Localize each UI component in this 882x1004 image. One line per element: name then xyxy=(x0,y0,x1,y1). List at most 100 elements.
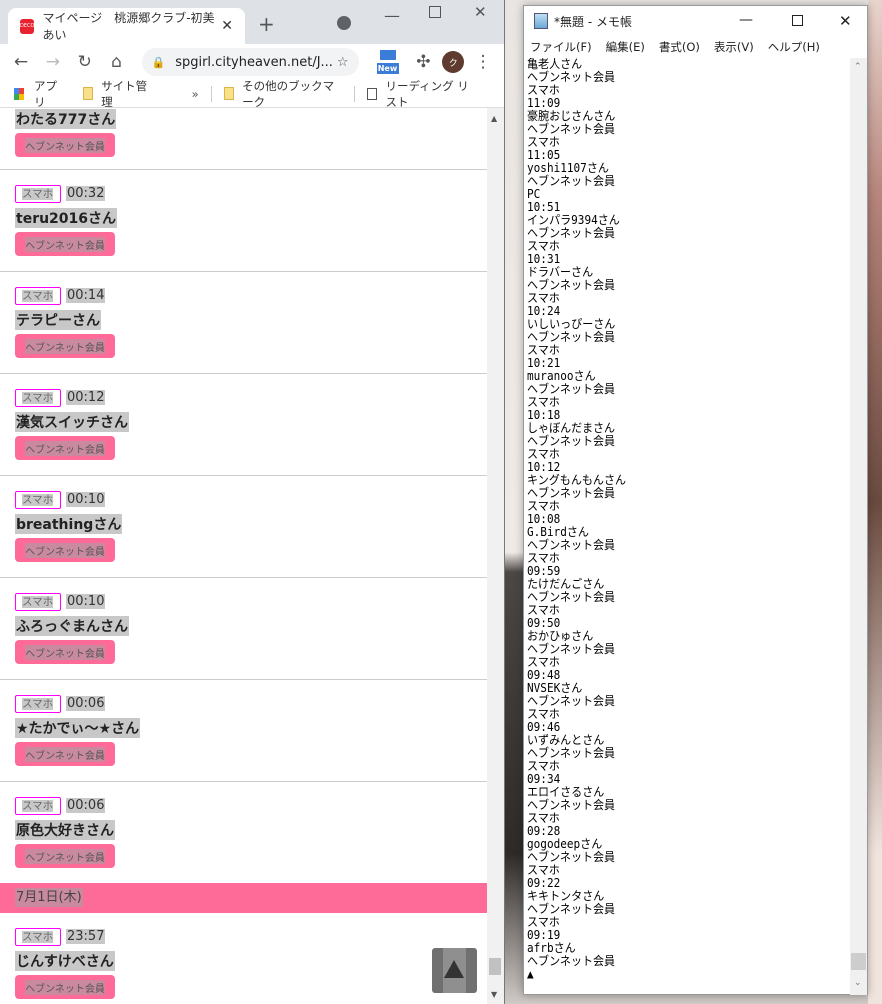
text-line: ヘブンネット会員 xyxy=(527,122,616,136)
text-line: スマホ xyxy=(527,395,560,409)
access-time: 00:14 xyxy=(66,288,106,303)
new-tab-icon[interactable]: + xyxy=(258,12,275,36)
text-line: スマホ xyxy=(527,239,560,253)
menu-item[interactable]: ヘルプ(H) xyxy=(768,39,820,55)
list-item: スマホ 00:14 テラピーさん ヘブンネット会員 xyxy=(0,271,487,373)
extensions-puzzle-icon[interactable]: ✣ xyxy=(410,52,436,72)
date-header: 7月1日(木) xyxy=(0,883,487,913)
member-name[interactable]: ふろっぐまんさん xyxy=(15,616,129,636)
back-icon[interactable]: ← xyxy=(8,52,34,72)
chrome-window: DECO マイページ 桃源郷クラブ-初美 あい ✕ + — ✕ ← → ↻ ⌂ … xyxy=(0,0,505,1004)
device-tag: スマホ xyxy=(15,797,61,815)
maximize-icon[interactable] xyxy=(429,6,441,18)
notepad-title: *無題 - メモ帳 xyxy=(554,14,632,29)
access-time: 23:57 xyxy=(66,929,106,944)
maximize-icon[interactable] xyxy=(792,15,803,26)
list-item: スマホ 00:10 breathingさん ヘブンネット会員 xyxy=(0,475,487,577)
divider xyxy=(210,85,212,102)
close-tab-icon[interactable]: ✕ xyxy=(221,18,233,34)
text-line: ヘブンネット会員 xyxy=(527,590,616,604)
member-name[interactable]: teru2016さん xyxy=(15,208,118,228)
text-line: ヘブンネット会員 xyxy=(527,902,616,916)
bookmarks-bar: アプリ サイト管理 » その他のブックマーク リーディング リスト xyxy=(0,78,504,110)
text-line: ヘブンネット会員 xyxy=(527,642,616,656)
text-line: ヘブンネット会員 xyxy=(527,330,616,344)
reload-icon[interactable]: ↻ xyxy=(72,52,98,72)
member-badge: ヘブンネット会員 xyxy=(15,538,115,562)
address-bar[interactable]: 🔒 spgirl.cityheaven.net/J... ☆ xyxy=(141,48,359,76)
toolbar: ← → ↻ ⌂ 🔒 spgirl.cityheaven.net/J... ☆ N… xyxy=(0,44,504,80)
home-icon[interactable]: ⌂ xyxy=(104,52,130,72)
member-name[interactable]: 漢気スイッチさん xyxy=(15,412,129,432)
text-line: スマホ xyxy=(527,83,560,97)
scroll-up-icon[interactable]: ⌃ xyxy=(854,62,862,72)
list-item: わたる777さん ヘブンネット会員 xyxy=(0,108,487,173)
text-line: ヘブンネット会員 xyxy=(527,226,616,240)
access-time: 00:12 xyxy=(66,390,106,405)
menu-item[interactable]: 表示(V) xyxy=(714,39,754,55)
bookmark-site-admin[interactable]: サイト管理 xyxy=(82,78,150,110)
device-tag: スマホ xyxy=(15,389,61,407)
tab-strip: DECO マイページ 桃源郷クラブ-初美 あい ✕ + — ✕ xyxy=(0,0,504,44)
text-line: ヘブンネット会員 xyxy=(527,538,616,552)
device-tag: スマホ xyxy=(15,185,61,203)
notepad-textarea[interactable]: 亀老人さん ヘブンネット会員 スマホ 11:09 豪腕おじさんさん ヘブンネット会員 スマホ… xyxy=(524,58,851,995)
access-time: 00:10 xyxy=(66,594,106,609)
bookmark-apps[interactable]: アプリ xyxy=(14,78,63,110)
access-time: 00:06 xyxy=(66,798,106,813)
minimize-icon[interactable]: — xyxy=(739,12,753,28)
text-line: ▲ xyxy=(527,967,534,981)
reading-list[interactable]: リーディング リスト xyxy=(366,78,476,110)
browser-tab[interactable]: DECO マイページ 桃源郷クラブ-初美 あい ✕ xyxy=(8,8,245,44)
notepad-scrollbar[interactable]: ⌃ ⌄ xyxy=(850,58,867,995)
back-to-top-button[interactable] xyxy=(432,948,477,993)
scroll-down-icon[interactable]: ▼ xyxy=(491,990,497,999)
bookmark-other[interactable]: その他のブックマーク xyxy=(223,78,341,110)
scroll-down-icon[interactable]: ⌄ xyxy=(854,978,862,988)
bookmark-star-icon[interactable]: ☆ xyxy=(337,55,349,70)
scrollbar-thumb[interactable] xyxy=(851,953,866,970)
avatar[interactable]: ク xyxy=(442,51,465,73)
text-line: ヘブンネット会員 xyxy=(527,486,616,500)
bookmarks-overflow-icon[interactable]: » xyxy=(192,87,199,101)
minimize-icon[interactable]: — xyxy=(384,6,400,25)
text-line: スマホ xyxy=(527,603,560,617)
list-item: スマホ 23:57 じんすけべさん ヘブンネット会員 xyxy=(0,913,487,1004)
folder-icon xyxy=(223,87,235,100)
close-window-icon[interactable]: ✕ xyxy=(474,3,487,21)
member-name[interactable]: じんすけべさん xyxy=(15,951,115,971)
device-tag: スマホ xyxy=(15,928,61,946)
bookmark-label: その他のブックマーク xyxy=(242,78,335,109)
tab-search-icon[interactable] xyxy=(337,16,351,30)
member-name[interactable]: 原色大好きさん xyxy=(15,820,115,840)
text-line: ヘブンネット会員 xyxy=(527,382,616,396)
text-line: ヘブンネット会員 xyxy=(527,434,616,448)
list-item: スマホ 00:06 原色大好きさん ヘブンネット会員 xyxy=(0,781,487,883)
extension-new-icon[interactable]: New xyxy=(376,50,399,74)
member-name[interactable]: わたる777さん xyxy=(15,109,117,129)
member-badge: ヘブンネット会員 xyxy=(15,436,115,460)
page-scrollbar[interactable]: ▲ ▼ xyxy=(487,108,504,1004)
text-line: ヘブンネット会員 xyxy=(527,798,616,812)
forward-icon[interactable]: → xyxy=(40,52,66,72)
apps-grid-icon xyxy=(14,87,24,100)
list-item: スマホ 00:32 teru2016さん ヘブンネット会員 xyxy=(0,169,487,271)
member-name[interactable]: breathingさん xyxy=(15,514,123,534)
close-icon[interactable]: ✕ xyxy=(839,12,852,30)
menu-item[interactable]: 書式(O) xyxy=(659,39,700,55)
member-name[interactable]: テラピーさん xyxy=(15,310,101,330)
text-line: ヘブンネット会員 xyxy=(527,70,616,84)
member-name[interactable]: ★たかでぃ～★さん xyxy=(15,718,141,738)
notepad-menubar: ファイル(F) 編集(E) 書式(O) 表示(V) ヘルプ(H) xyxy=(524,36,867,58)
text-line: スマホ xyxy=(527,707,560,721)
scrollbar-thumb[interactable] xyxy=(489,958,501,975)
access-time: 00:10 xyxy=(66,492,106,507)
scroll-up-icon[interactable]: ▲ xyxy=(491,114,497,123)
member-badge: ヘブンネット会員 xyxy=(15,232,115,256)
menu-item[interactable]: ファイル(F) xyxy=(530,39,592,55)
menu-item[interactable]: 編集(E) xyxy=(606,39,645,55)
text-line: ヘブンネット会員 xyxy=(527,746,616,760)
menu-kebab-icon[interactable]: ⋮ xyxy=(470,52,496,72)
text-line: ヘブンネット会員 xyxy=(527,694,616,708)
member-badge: ヘブンネット会員 xyxy=(15,742,115,766)
